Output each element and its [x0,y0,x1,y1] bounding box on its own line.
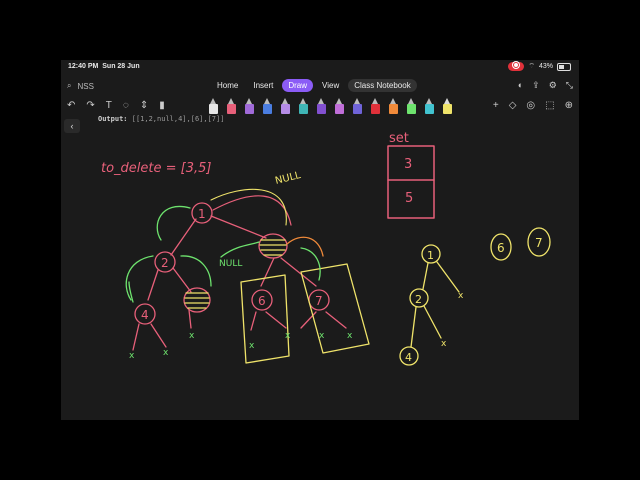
result-node-2: 2 [415,293,422,306]
svg-text:x: x [347,331,353,341]
null-label-mid: NULL [219,259,242,269]
ink-canvas[interactable]: to_delete = [3,5] NULL set 3 5 1 2 4 6 7… [61,60,579,420]
pink-connector [212,195,292,226]
null-label-top: NULL [274,170,302,187]
deleted-node-5 [183,287,211,313]
node-1: 1 [198,207,206,221]
forest-7: 7 [535,236,543,250]
set-item-3: 3 [404,157,412,172]
result-node-4: 4 [405,351,412,364]
node-4: 4 [141,308,149,322]
app-window: 12:40 PM Sun 28 Jun ⌔ 43% ⌕ NSS Home Ins… [61,60,579,420]
node-6: 6 [258,294,266,308]
set-item-5: 5 [405,191,413,206]
to-delete-text: to_delete = [3,5] [101,161,211,176]
forest-6: 6 [497,241,505,255]
svg-text:x: x [129,351,135,361]
yellow-curve [210,188,287,226]
orange-arrow [286,236,324,257]
svg-text:x: x [163,348,169,358]
result-null-2: x [441,339,447,349]
node-7: 7 [315,294,323,308]
node-2: 2 [161,256,169,270]
null-markers: x x x x x x x [129,331,353,361]
svg-text:x: x [189,331,195,341]
svg-text:x: x [319,331,325,341]
set-title: set [389,131,409,146]
svg-text:x: x [249,341,255,351]
svg-text:x: x [285,331,291,341]
result-null-1: x [458,291,464,301]
left-tree-edges [132,215,347,351]
deleted-node-3 [258,233,288,259]
right-tree [399,244,460,366]
subtree-box-7 [300,263,370,354]
result-node-1: 1 [427,249,434,262]
